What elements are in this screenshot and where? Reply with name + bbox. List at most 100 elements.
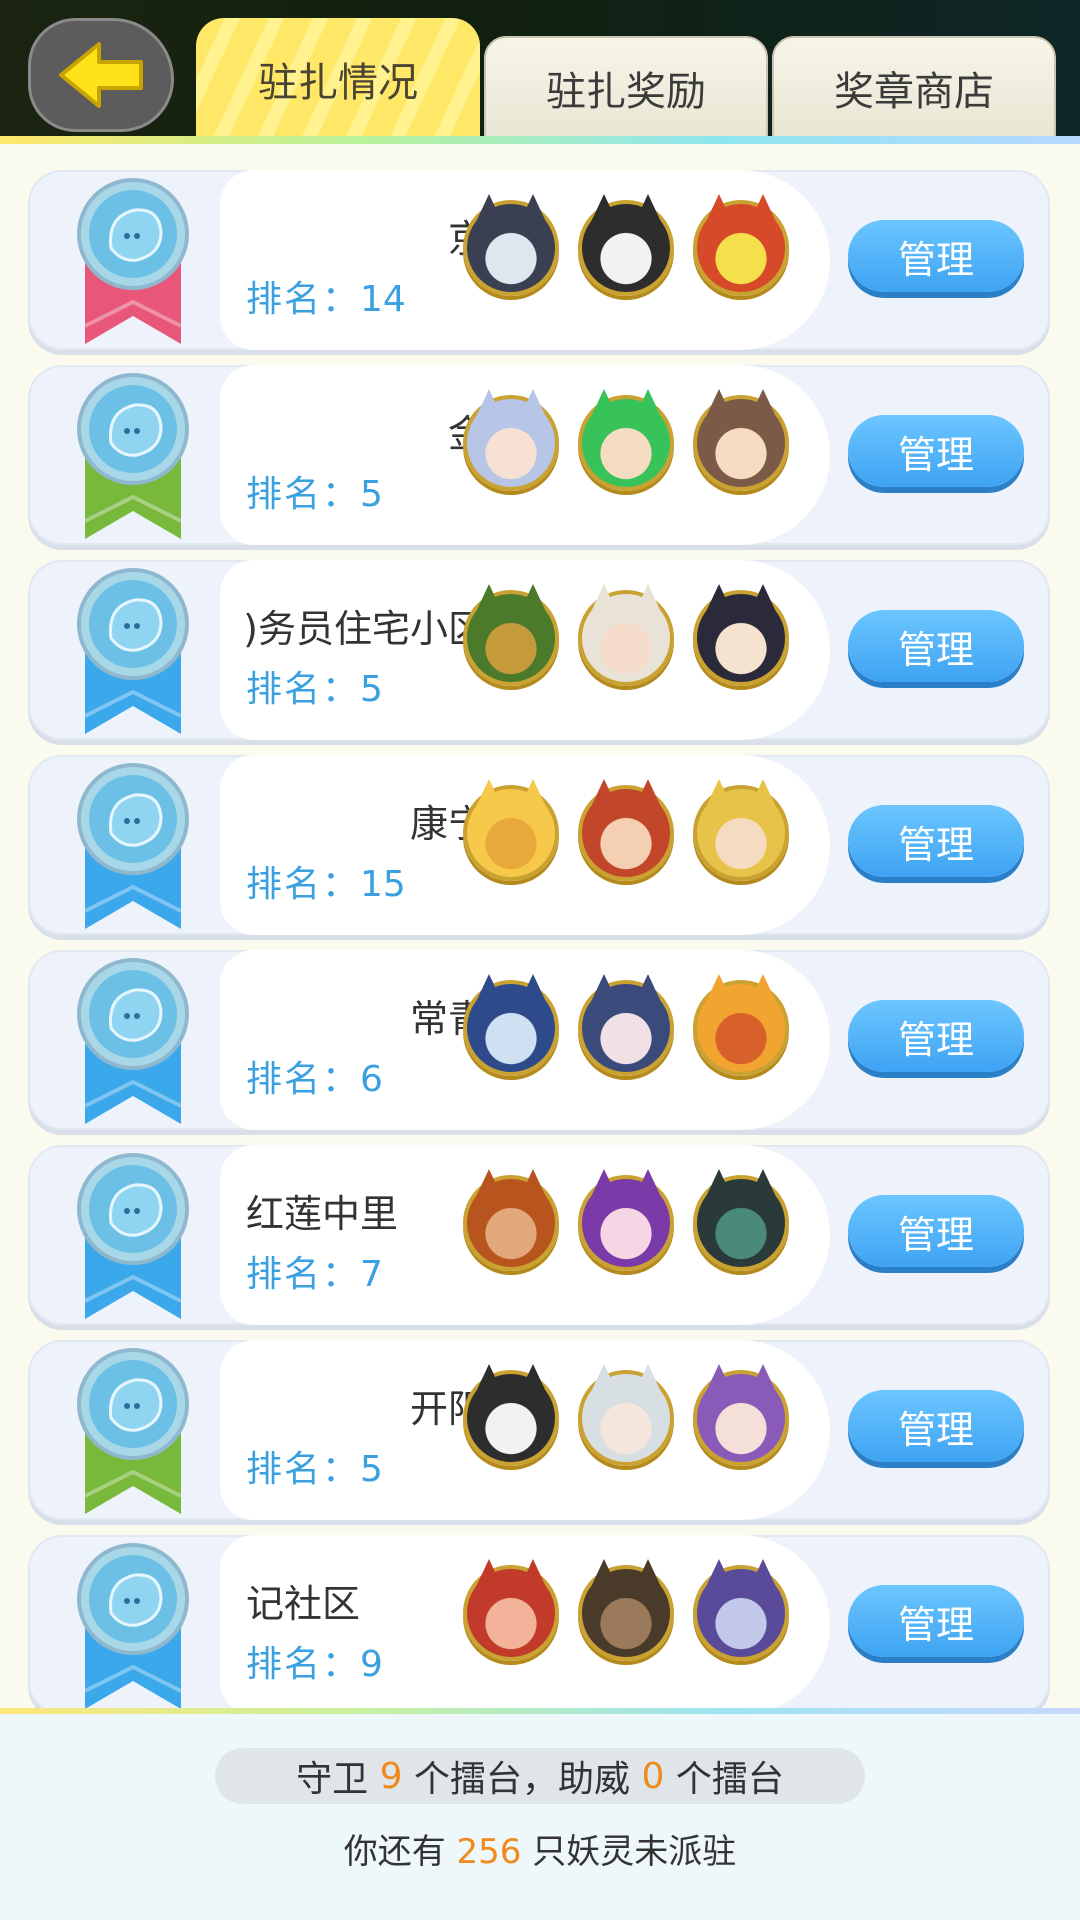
manage-label: 管理 <box>897 627 974 672</box>
ear-shape <box>634 1169 662 1199</box>
ear-shape <box>519 584 547 614</box>
station-card: 记社区 排名：9 管理 <box>28 1535 1050 1708</box>
armored-beast-avatar-icon[interactable] <box>463 584 559 686</box>
ear-shape <box>475 1364 503 1394</box>
station-list[interactable]: 京 排名：14 管理 <box>0 148 1080 1708</box>
rank-label: 排名： <box>246 1449 361 1490</box>
station-rank: 排名：14 <box>246 270 406 322</box>
blue-bow-boy-avatar-icon[interactable] <box>578 974 674 1076</box>
ear-shape <box>749 974 777 1004</box>
station-name: 红莲中里 <box>246 1192 399 1233</box>
ear-shape <box>634 389 662 419</box>
purple-priestess-avatar-icon[interactable] <box>693 1364 789 1466</box>
manage-button[interactable]: 管理 <box>848 1585 1024 1657</box>
lion-king-avatar-icon[interactable] <box>463 779 559 881</box>
blue-hair-sage-avatar-icon[interactable] <box>463 974 559 1076</box>
green-hair-boy-avatar-icon[interactable] <box>578 389 674 491</box>
manage-button[interactable]: 管理 <box>848 415 1024 487</box>
ear-shape <box>519 194 547 224</box>
manage-label: 管理 <box>897 1212 974 1257</box>
cheer-count: 0 <box>641 1755 665 1797</box>
manage-button[interactable]: 管理 <box>848 1195 1024 1267</box>
panda-monk-avatar-icon[interactable] <box>463 1364 559 1466</box>
golden-hair-boy-avatar-icon[interactable] <box>693 779 789 881</box>
ear-shape <box>519 1169 547 1199</box>
antler-girl-avatar-icon[interactable] <box>693 584 789 686</box>
ear-shape <box>519 779 547 809</box>
ear-shape <box>475 1559 503 1589</box>
station-name: 常青 <box>409 997 486 1038</box>
purple-cat-girl-avatar-icon[interactable] <box>578 1169 674 1271</box>
silver-hair-girl-avatar-icon[interactable] <box>578 1364 674 1466</box>
remaining-suffix: 只妖灵未派驻 <box>532 1832 737 1872</box>
tab-medal-shop[interactable]: 奖章商店 <box>772 36 1056 140</box>
guard-unit: 个擂台，助威 <box>413 1759 630 1800</box>
horned-girl-avatar-icon[interactable] <box>693 389 789 491</box>
station-rank: 排名：9 <box>246 1635 383 1687</box>
station-rank: 排名：7 <box>246 1245 383 1297</box>
masked-beast-avatar-icon[interactable] <box>578 1559 674 1661</box>
ear-shape <box>590 1559 618 1589</box>
ear-shape <box>749 779 777 809</box>
ear-shape <box>749 1559 777 1589</box>
manage-button[interactable]: 管理 <box>848 1390 1024 1462</box>
tab-station-status[interactable]: 驻扎情况 <box>196 18 480 140</box>
ear-shape <box>749 1169 777 1199</box>
ear-shape <box>705 1364 733 1394</box>
rank-value: 7 <box>360 1254 383 1295</box>
rank-label: 排名： <box>246 1644 361 1685</box>
rank-label: 排名： <box>246 1254 361 1295</box>
manage-button[interactable]: 管理 <box>848 220 1024 292</box>
manage-button[interactable]: 管理 <box>848 1000 1024 1072</box>
pig-warrior-avatar-icon[interactable] <box>463 1559 559 1661</box>
rank-label: 排名： <box>246 669 361 710</box>
station-card: 开阳 排名：5 管理 <box>28 1340 1050 1520</box>
rank-value: 6 <box>360 1059 383 1100</box>
rank-label: 排名： <box>246 474 361 515</box>
medal-icon <box>77 763 189 929</box>
fire-warrior-avatar-icon[interactable] <box>578 779 674 881</box>
station-name: 金 <box>246 403 486 453</box>
medal-icon <box>77 1153 189 1319</box>
manage-button[interactable]: 管理 <box>848 610 1024 682</box>
silver-horned-hero-avatar-icon[interactable] <box>463 194 559 296</box>
ear-shape <box>519 1364 547 1394</box>
panda-monk-avatar-icon[interactable] <box>578 194 674 296</box>
manage-button[interactable]: 管理 <box>848 805 1024 877</box>
undeployed-hint: 你还有 256 只妖灵未派驻 <box>0 1824 1080 1873</box>
dragon-knight-avatar-icon[interactable] <box>693 1169 789 1271</box>
crystal-creature-avatar-icon[interactable] <box>693 194 789 296</box>
back-button[interactable] <box>28 18 174 132</box>
remaining-prefix: 你还有 <box>343 1832 446 1872</box>
summary-panel: 守卫 9 个擂台，助威 0 个擂台 你还有 256 只妖灵未派驻 <box>0 1708 1080 1920</box>
ear-shape <box>519 974 547 1004</box>
tab-station-rewards[interactable]: 驻扎奖励 <box>484 36 768 140</box>
oni-girl-avatar-icon[interactable] <box>578 584 674 686</box>
guard-prefix: 守卫 <box>296 1759 369 1800</box>
ear-shape <box>634 194 662 224</box>
flame-demon-avatar-icon[interactable] <box>693 974 789 1076</box>
fox-girl-avatar-icon[interactable] <box>463 389 559 491</box>
ear-shape <box>749 584 777 614</box>
divider <box>0 1708 1080 1714</box>
rank-value: 14 <box>360 279 406 320</box>
tab-label: 驻扎情况 <box>258 60 418 106</box>
lion-man-avatar-icon[interactable] <box>463 1169 559 1271</box>
rank-value: 9 <box>360 1644 383 1685</box>
ear-shape <box>705 194 733 224</box>
ear-shape <box>519 1559 547 1589</box>
ear-shape <box>705 779 733 809</box>
ear-shape <box>590 1364 618 1394</box>
ear-shape <box>749 389 777 419</box>
ear-shape <box>590 389 618 419</box>
ear-shape <box>634 584 662 614</box>
tab-label: 奖章商店 <box>834 69 994 115</box>
station-card: 常青 排名：6 管理 <box>28 950 1050 1130</box>
ear-shape <box>475 194 503 224</box>
ear-shape <box>634 1364 662 1394</box>
ear-shape <box>749 1364 777 1394</box>
ear-shape <box>590 194 618 224</box>
manage-label: 管理 <box>897 1602 974 1647</box>
purple-dragon-avatar-icon[interactable] <box>693 1559 789 1661</box>
ear-shape <box>634 779 662 809</box>
